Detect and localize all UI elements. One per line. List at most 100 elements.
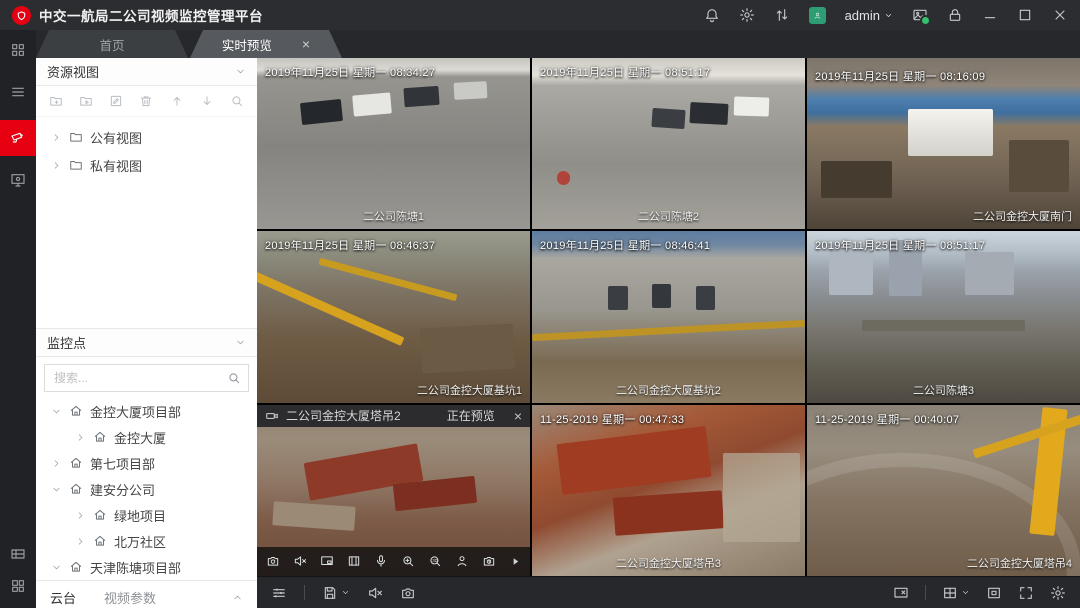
tree-item-site[interactable]: 北万社区 — [36, 528, 257, 554]
tab-video-params-label: 视频参数 — [104, 588, 156, 607]
tab-close-icon[interactable]: × — [302, 37, 310, 51]
camera-search — [44, 364, 249, 392]
minimize-button[interactable] — [982, 7, 998, 23]
tree-item-site[interactable]: 金控大厦 — [36, 424, 257, 450]
mute-speaker-icon[interactable] — [293, 554, 307, 568]
chevron-down-icon[interactable] — [235, 66, 246, 77]
chevron-right-icon[interactable] — [51, 458, 62, 469]
edit-icon[interactable] — [109, 94, 123, 108]
chevron-right-icon[interactable] — [75, 536, 86, 547]
video-cell-1[interactable]: 2019年11月25日 星期一 08:34:27 二公司陈塘1 — [257, 58, 530, 229]
app-window: 中交一航局二公司视频监控管理平台 admin — [0, 0, 1080, 608]
camera-timestamp: 11-25-2019 星期一 00:40:07 — [815, 411, 959, 427]
camera-icon — [265, 409, 279, 423]
tree-item-site[interactable]: 金控大厦项目部 — [36, 398, 257, 424]
add-view-icon[interactable] — [79, 94, 93, 108]
resource-view-tree: 公有视图 私有视图 — [36, 117, 257, 179]
tree-item-label: 建安分公司 — [90, 480, 155, 499]
search-input[interactable] — [44, 364, 249, 392]
chevron-down-icon[interactable] — [235, 337, 246, 348]
tab-ptz[interactable]: 云台 — [50, 581, 76, 608]
fullscreen-icon[interactable] — [1018, 585, 1034, 601]
video-cell-7-selected[interactable]: 二公司金控大厦塔吊2 正在预览 × 3D — [257, 405, 530, 576]
chevron-down-icon[interactable] — [51, 406, 62, 417]
record-film-icon[interactable] — [347, 554, 361, 568]
stream-list-icon[interactable] — [271, 585, 287, 601]
snapshot-icon[interactable] — [266, 554, 280, 568]
user-avatar[interactable] — [809, 7, 826, 24]
camera-name-label: 二公司金控大厦塔吊4 — [807, 555, 1080, 571]
chevron-right-icon[interactable] — [51, 160, 62, 171]
video-cell-5[interactable]: 2019年11月25日 星期一 08:46:41 二公司金控大厦基坑2 — [532, 231, 805, 402]
mic-icon[interactable] — [374, 554, 388, 568]
video-cell-2[interactable]: 2019年11月25日 星期一 08:51:17 二公司陈塘2 — [532, 58, 805, 229]
video-frame — [807, 405, 1080, 576]
video-cell-4[interactable]: 2019年11月25日 星期一 08:46:37 二公司金控大厦基坑1 — [257, 231, 530, 402]
collapse-chevron-up-icon[interactable] — [232, 592, 243, 603]
camera-timestamp: 11-25-2019 星期一 00:47:33 — [540, 411, 684, 427]
lock-screen-icon[interactable] — [947, 7, 963, 23]
pip-icon[interactable] — [320, 554, 334, 568]
chevron-down-icon[interactable] — [51, 562, 62, 573]
chevron-down-icon — [884, 11, 893, 20]
3d-zoom-icon[interactable]: 3D — [428, 554, 442, 568]
target-track-icon[interactable] — [455, 554, 469, 568]
camera-timestamp: 2019年11月25日 星期一 08:46:41 — [540, 237, 710, 253]
video-cell-9[interactable]: 11-25-2019 星期一 00:40:07 二公司金控大厦塔吊4 — [807, 405, 1080, 576]
tree-item-site[interactable]: 第七项目部 — [36, 450, 257, 476]
video-wall-icon[interactable] — [0, 538, 36, 570]
chevron-down-icon[interactable] — [51, 484, 62, 495]
video-frame — [532, 405, 805, 576]
home-icon — [93, 534, 107, 548]
screen-layout-icon[interactable] — [0, 570, 36, 602]
sort-swap-icon[interactable] — [774, 7, 790, 23]
camera-name-label: 二公司金控大厦南门 — [807, 208, 1080, 224]
user-menu[interactable]: admin — [845, 8, 893, 23]
mute-all-icon[interactable] — [367, 585, 383, 601]
chevron-down-icon — [961, 588, 970, 597]
add-folder-icon[interactable] — [49, 94, 63, 108]
sidebar-spacer — [36, 179, 257, 328]
tab-live-label: 实时预览 — [222, 35, 272, 54]
tree-item-public-views[interactable]: 公有视图 — [36, 123, 257, 151]
tab-video-params[interactable]: 视频参数 — [104, 581, 156, 608]
video-cell-6[interactable]: 2019年11月25日 星期一 08:51:17 二公司陈塘3 — [807, 231, 1080, 402]
tree-item-site[interactable]: 天津陈塘项目部 — [36, 554, 257, 580]
grid-layout-dropdown[interactable] — [942, 585, 970, 601]
tab-home[interactable]: 首页 — [36, 30, 188, 58]
single-screen-icon[interactable] — [986, 585, 1002, 601]
video-cell-3[interactable]: 2019年11月25日 星期一 08:16:09 二公司金控大厦南门 — [807, 58, 1080, 229]
tab-live-preview[interactable]: 实时预览 × — [190, 30, 342, 58]
digital-zoom-icon[interactable] — [401, 554, 415, 568]
delete-trash-icon[interactable] — [139, 94, 153, 108]
notifications-bell-icon[interactable] — [704, 7, 720, 23]
live-view-camera-icon[interactable] — [0, 120, 36, 156]
move-down-icon[interactable] — [200, 94, 214, 108]
playback-monitor-icon[interactable] — [0, 164, 36, 196]
close-all-screens-icon[interactable] — [893, 585, 909, 601]
save-view-dropdown[interactable] — [322, 585, 350, 601]
monitor-points-header[interactable]: 监控点 — [36, 328, 257, 357]
video-cell-8[interactable]: 11-25-2019 星期一 00:47:33 二公司金控大厦塔吊3 — [532, 405, 805, 576]
settings-gear-icon[interactable] — [739, 7, 755, 23]
ptz-camera-icon[interactable] — [482, 554, 496, 568]
resource-view-header[interactable]: 资源视图 — [36, 58, 257, 86]
tree-item-site[interactable]: 绿地项目 — [36, 502, 257, 528]
snapshot-all-icon[interactable] — [400, 585, 416, 601]
search-icon[interactable] — [227, 371, 241, 385]
apps-grid-icon[interactable] — [0, 34, 36, 66]
move-up-icon[interactable] — [170, 94, 184, 108]
maximize-button[interactable] — [1017, 7, 1033, 23]
tree-item-private-views[interactable]: 私有视图 — [36, 151, 257, 179]
close-button[interactable] — [1052, 7, 1068, 23]
search-icon[interactable] — [230, 94, 244, 108]
tree-item-site[interactable]: 建安分公司 — [36, 476, 257, 502]
chevron-right-icon[interactable] — [75, 510, 86, 521]
chevron-right-icon[interactable] — [75, 432, 86, 443]
close-preview-icon[interactable]: × — [514, 409, 522, 423]
settings-gear-icon[interactable] — [1050, 585, 1066, 601]
snapshot-gallery-icon[interactable] — [912, 7, 928, 23]
chevron-right-icon[interactable] — [51, 132, 62, 143]
menu-icon[interactable] — [0, 76, 36, 108]
more-tools-arrow-icon[interactable] — [510, 556, 521, 567]
